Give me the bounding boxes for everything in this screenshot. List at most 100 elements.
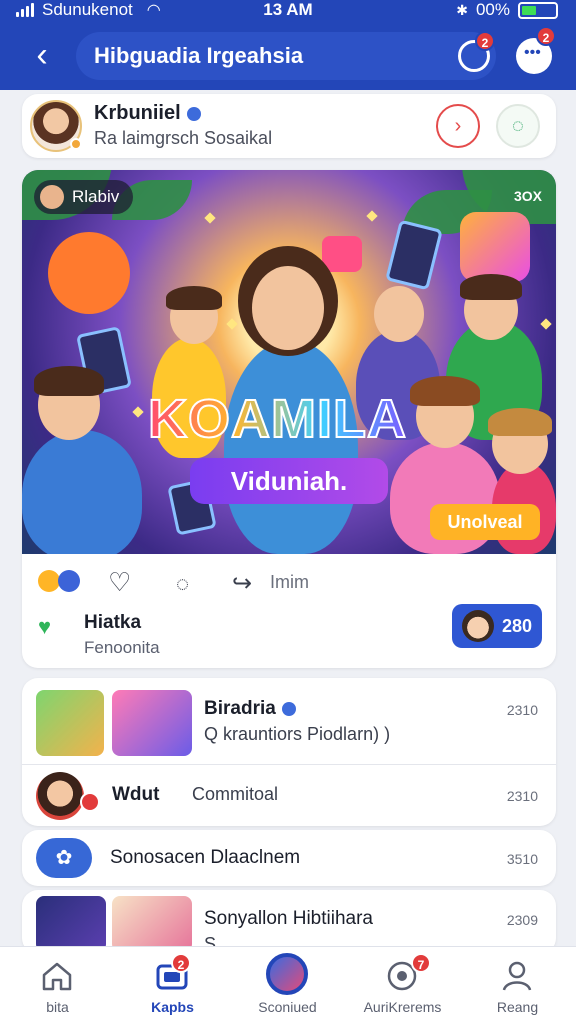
list-title: Wdut xyxy=(112,784,160,805)
music-icon xyxy=(58,570,80,592)
person-illustration xyxy=(374,286,424,342)
info-subtitle: Fenoonita xyxy=(84,638,160,657)
feed-card: Biradria Q krauntiors Piodlarn) ) 2310 W… xyxy=(22,678,556,826)
nav-item-notifications[interactable]: 7 AuriKrerems xyxy=(345,947,460,1024)
feed-card[interactable]: ✿ Sonosacen Dlaaclnem 3510 xyxy=(22,830,556,886)
home-icon xyxy=(42,962,72,991)
battery-icon xyxy=(518,1,558,19)
mascot-illustration xyxy=(48,232,130,314)
nav-item-profile[interactable]: Reang xyxy=(460,947,575,1024)
media-tag-label: Rlabiv xyxy=(72,187,120,206)
person-illustration xyxy=(22,430,142,554)
list-time: 2310 xyxy=(506,702,538,718)
battery-percent: 00% xyxy=(475,0,510,19)
nav-item-discover[interactable]: Sconiued xyxy=(230,947,345,1024)
viewers-count: 280 xyxy=(502,616,533,636)
arrow-icon: › xyxy=(454,115,462,137)
nav-item-home[interactable]: bita xyxy=(0,947,115,1024)
info-title: Hiatka xyxy=(84,612,142,633)
app-icon-illustration xyxy=(460,212,530,282)
reactions-button[interactable] xyxy=(36,564,92,600)
refresh-button[interactable]: 2 xyxy=(458,31,495,72)
like-button[interactable]: ♡ xyxy=(108,564,131,600)
avatar xyxy=(36,772,84,820)
brand-subtitle: Viduniah. xyxy=(190,458,388,504)
person-illustration xyxy=(460,274,522,300)
refresh-badge: 2 xyxy=(475,31,495,51)
list-item[interactable]: Biradria Q krauntiors Piodlarn) ) 2310 xyxy=(22,678,556,764)
page-title[interactable]: Hibguadia Irgeahsia xyxy=(76,32,496,80)
list-title: Biradria xyxy=(204,698,276,719)
person-illustration xyxy=(252,266,324,350)
list-subtitle: Commitoal xyxy=(192,784,279,804)
app-icon-illustration xyxy=(322,236,362,272)
nav-item-gallery[interactable]: 2 Kapbs xyxy=(115,947,230,1024)
post-media[interactable]: Rlabiv 3OX KOAMILA Viduniah. Unolveal xyxy=(22,170,556,554)
top-bar: Sdunukenot ◠ 13 AM ✱ 00% ‹ Hibguadia Irg… xyxy=(0,0,576,90)
thumbnail-image xyxy=(36,896,106,952)
list-time: 3510 xyxy=(506,851,538,867)
sparkle-decoration xyxy=(540,318,552,330)
nav-label: Reang xyxy=(496,999,539,1015)
status-bar: Sdunukenot ◠ 13 AM ✱ 00% xyxy=(0,0,576,22)
verified-icon xyxy=(281,701,296,716)
bluetooth-icon: ✱ xyxy=(456,1,468,18)
sparkle-decoration xyxy=(204,212,216,224)
compass-icon xyxy=(266,953,308,995)
comment-icon: ◌ xyxy=(176,571,190,596)
phone-illustration xyxy=(385,219,443,291)
list-title: Sonyallon Hibtiihara xyxy=(204,908,373,929)
viewers-button[interactable]: 280 xyxy=(452,604,542,648)
sparkle-decoration xyxy=(366,210,378,222)
list-subtitle: Q krauntiors Piodlarn) ) xyxy=(204,724,391,744)
message-button[interactable]: ◌ xyxy=(496,104,540,148)
chat-icon: ••• xyxy=(524,44,541,61)
app-header: ‹ Hibguadia Irgeahsia 2 ••• 2 xyxy=(0,26,576,84)
post-actions: ♡ ◌ ↪ Imim xyxy=(36,564,536,600)
media-tag[interactable]: Rlabiv xyxy=(34,180,134,214)
profile-name-row: Krbuniiel xyxy=(94,102,201,125)
online-status-icon xyxy=(70,138,82,150)
sparkle-decoration xyxy=(226,318,238,330)
share-button[interactable]: ↪ xyxy=(232,564,252,600)
follow-button[interactable]: › xyxy=(436,104,480,148)
corner-tag-button[interactable]: Unolveal xyxy=(430,504,540,540)
person-illustration xyxy=(166,286,222,310)
list-time: 2309 xyxy=(506,912,538,928)
bottom-nav: bita 2 Kapbs Sconiued 7 AuriKrerems Rean… xyxy=(0,946,576,1024)
verified-icon xyxy=(186,106,201,121)
settings-button[interactable]: ✿ xyxy=(36,838,92,878)
list-title-row: Biradria xyxy=(204,698,296,720)
profile-icon xyxy=(502,961,532,991)
message-icon: ◌ xyxy=(512,115,524,137)
chat-badge: 2 xyxy=(536,26,556,46)
action-label[interactable]: Imim xyxy=(270,564,309,600)
thumbnail-image xyxy=(36,690,104,756)
media-count: 3OX xyxy=(513,188,542,204)
nav-label: AuriKrerems xyxy=(363,999,442,1015)
share-icon: ↪ xyxy=(232,570,253,597)
list-time: 2310 xyxy=(506,788,538,804)
person-illustration xyxy=(34,366,104,396)
nav-badge: 2 xyxy=(171,953,191,973)
back-button[interactable]: ‹ xyxy=(24,36,60,76)
nav-label: Sconiued xyxy=(258,999,317,1015)
nav-badge: 7 xyxy=(411,953,431,973)
emoji-icon xyxy=(38,570,60,592)
nav-label: bita xyxy=(46,999,69,1015)
heart-icon: ♡ xyxy=(108,567,132,597)
profile-card[interactable]: Krbuniiel Ra laimgrsch Sosaikal › ◌ xyxy=(22,94,556,158)
brand-title: KOAMILA xyxy=(147,388,407,450)
comment-button[interactable]: ◌ xyxy=(176,564,189,600)
post-card[interactable]: Rlabiv 3OX KOAMILA Viduniah. Unolveal ♡ … xyxy=(22,170,556,668)
tag-avatar-icon xyxy=(40,185,64,209)
chevron-left-icon: ‹ xyxy=(36,36,48,74)
heart-icon: ♥ xyxy=(38,614,52,639)
avatar-icon xyxy=(462,610,494,642)
chat-button[interactable]: ••• 2 xyxy=(516,26,556,74)
list-title: Sonosacen Dlaaclnem xyxy=(110,847,301,868)
feed-card[interactable]: Sonyallon Hibtiihara S 2309 xyxy=(22,890,556,954)
thumbnail-image xyxy=(112,690,192,756)
list-item[interactable]: Wdut Commitoal 2310 xyxy=(22,764,556,826)
badge-icon xyxy=(80,792,100,812)
